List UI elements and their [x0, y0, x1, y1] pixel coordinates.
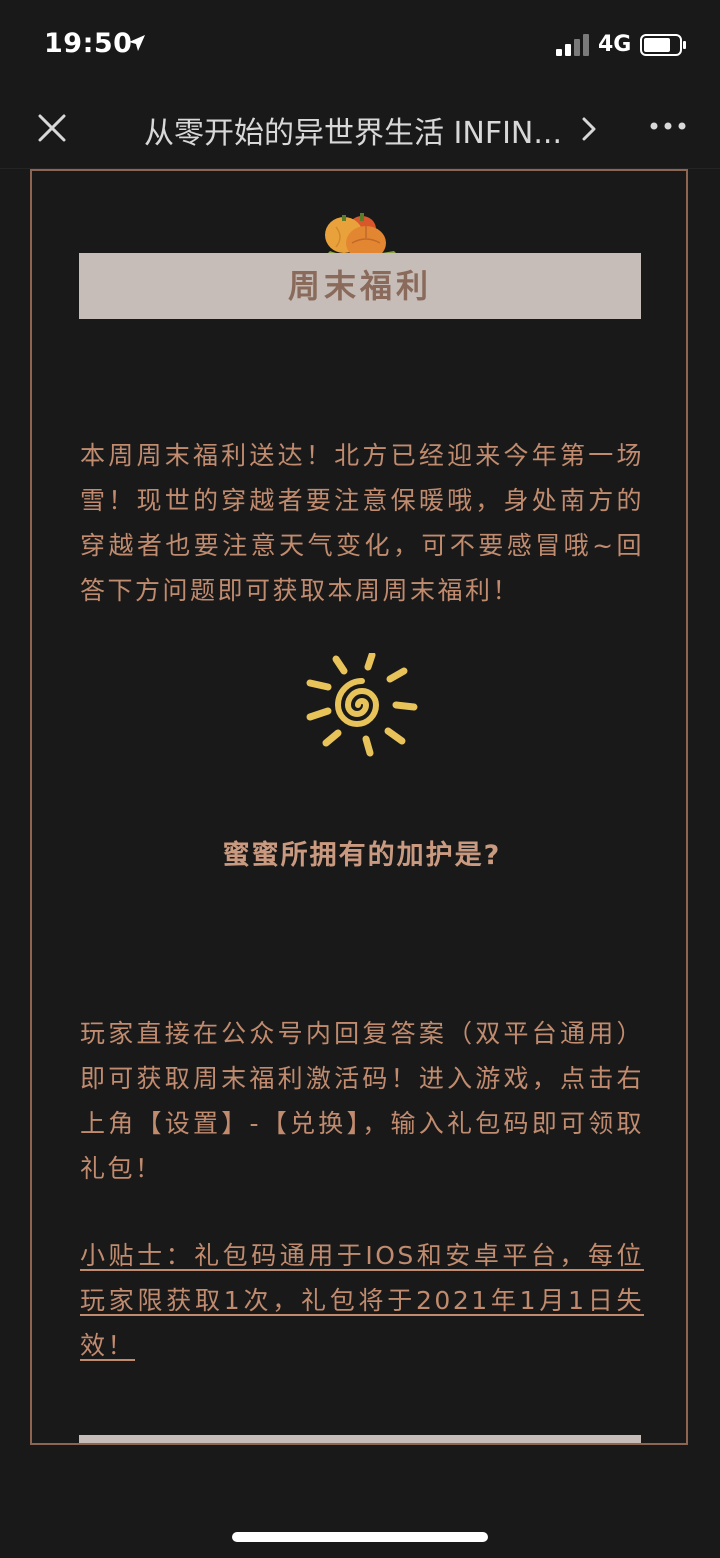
title-banner: 周末福利 [79, 253, 641, 319]
nav-bar: 从零开始的异世界生活 INFIN... [0, 92, 720, 169]
network-type: 4G [598, 32, 632, 57]
instructions-paragraph: 玩家直接在公众号内回复答案（双平台通用）即可获取周末福利激活码！进入游戏，点击右… [80, 1019, 644, 1183]
location-arrow-icon [129, 35, 145, 51]
page-title[interactable]: 从零开始的异世界生活 INFIN... [144, 108, 584, 152]
home-indicator[interactable] [232, 1532, 488, 1542]
signal-icon [556, 34, 589, 56]
banner-title: 周末福利 [287, 267, 432, 305]
screen: 19:50 4G 从零开始的异世界生活 INFIN... 周末福利 本周周末福利… [0, 0, 720, 1558]
quiz-question: 蜜蜜所拥有的加护是? [222, 840, 502, 871]
close-icon[interactable] [36, 112, 68, 144]
more-icon[interactable] [648, 116, 688, 136]
battery-icon [640, 34, 686, 56]
bottom-banner [79, 1435, 641, 1443]
sun-icon [306, 653, 418, 757]
chevron-right-icon[interactable] [580, 116, 598, 142]
intro-paragraph: 本周周末福利送达！北方已经迎来今年第一场雪！现世的穿越者要注意保暖哦，身处南方的… [80, 441, 644, 605]
status-bar: 19:50 4G [0, 0, 720, 92]
status-time: 19:50 [44, 28, 133, 59]
tip-paragraph: 小贴士：礼包码通用于IOS和安卓平台，每位玩家限获取1次，礼包将于2021年1月… [80, 1241, 644, 1360]
article-frame: 周末福利 本周周末福利送达！北方已经迎来今年第一场雪！现世的穿越者要注意保暖哦，… [30, 169, 688, 1445]
